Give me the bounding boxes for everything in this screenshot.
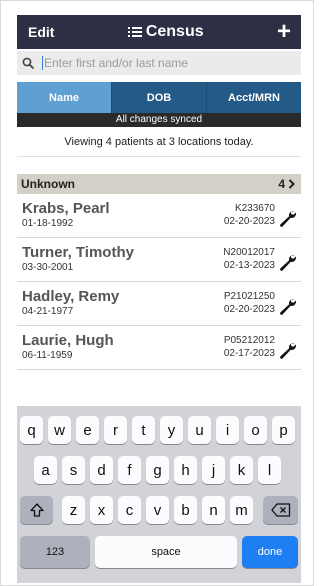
wrench-icon[interactable] bbox=[277, 252, 297, 272]
patient-acct: P21021250 bbox=[223, 291, 275, 302]
search-icon bbox=[22, 55, 38, 71]
patient-dob: 06-11-1959 bbox=[22, 350, 73, 361]
patient-name: Hadley, Remy bbox=[22, 288, 120, 305]
page-title: Census bbox=[127, 23, 204, 41]
patient-acct: P05212012 bbox=[223, 335, 275, 346]
key-t[interactable]: t bbox=[132, 416, 155, 444]
key-q[interactable]: q bbox=[20, 416, 43, 444]
backspace-key[interactable] bbox=[263, 496, 298, 524]
key-a[interactable]: a bbox=[34, 456, 57, 484]
shift-key[interactable] bbox=[20, 496, 53, 524]
numbers-key[interactable]: 123 bbox=[20, 536, 90, 568]
patient-row[interactable]: Hadley, Remy 04-21-1977 P21021250 02-20-… bbox=[17, 282, 301, 326]
keyboard-row-2: a s d f g h j k l bbox=[17, 456, 301, 484]
keyboard-row-4: 123 space done bbox=[17, 536, 301, 568]
patient-dob: 01-18-1992 bbox=[22, 218, 74, 229]
key-e[interactable]: e bbox=[76, 416, 99, 444]
tab-acct-mrn[interactable]: Acct/MRN bbox=[206, 82, 301, 113]
app-screen: Edit Census + Name DOB Acct/MRN All chan… bbox=[17, 15, 301, 583]
patient-acct: K233670 bbox=[234, 203, 275, 214]
patient-date: 02-20-2023 bbox=[223, 304, 275, 315]
key-b[interactable]: b bbox=[174, 496, 197, 524]
patient-name: Krabs, Pearl bbox=[22, 200, 110, 217]
search-input[interactable] bbox=[44, 56, 284, 70]
patient-dob: 04-21-1977 bbox=[22, 306, 74, 317]
edit-button[interactable]: Edit bbox=[28, 24, 54, 40]
key-s[interactable]: s bbox=[62, 456, 85, 484]
done-key[interactable]: done bbox=[242, 536, 298, 568]
key-f[interactable]: f bbox=[118, 456, 141, 484]
wrench-icon[interactable] bbox=[277, 296, 297, 316]
group-count-value: 4 bbox=[278, 177, 285, 191]
key-r[interactable]: r bbox=[104, 416, 127, 444]
key-n[interactable]: n bbox=[202, 496, 225, 524]
key-u[interactable]: u bbox=[188, 416, 211, 444]
space-key[interactable]: space bbox=[95, 536, 237, 568]
key-c[interactable]: c bbox=[118, 496, 141, 524]
group-header[interactable]: Unknown 4 bbox=[17, 174, 301, 194]
patient-row[interactable]: Laurie, Hugh 06-11-1959 P05212012 02-17-… bbox=[17, 326, 301, 370]
key-m[interactable]: m bbox=[230, 496, 253, 524]
census-summary: Viewing 4 patients at 3 locations today. bbox=[17, 127, 301, 157]
sync-status: All changes synced bbox=[17, 113, 301, 127]
key-w[interactable]: w bbox=[48, 416, 71, 444]
group-count: 4 bbox=[278, 177, 295, 191]
tab-name[interactable]: Name bbox=[17, 82, 111, 113]
patient-date: 02-13-2023 bbox=[223, 260, 275, 271]
tab-dob[interactable]: DOB bbox=[111, 82, 206, 113]
onscreen-keyboard: q w e r t y u i o p a s d f g h j k l z … bbox=[17, 406, 301, 583]
key-z[interactable]: z bbox=[62, 496, 85, 524]
key-p[interactable]: p bbox=[272, 416, 295, 444]
chevron-right-icon bbox=[288, 179, 295, 189]
group-label: Unknown bbox=[21, 177, 75, 191]
key-x[interactable]: x bbox=[90, 496, 113, 524]
key-k[interactable]: k bbox=[230, 456, 253, 484]
text-cursor bbox=[42, 56, 43, 70]
key-d[interactable]: d bbox=[90, 456, 113, 484]
key-h[interactable]: h bbox=[174, 456, 197, 484]
sort-tabs: Name DOB Acct/MRN bbox=[17, 82, 301, 113]
keyboard-row-1: q w e r t y u i o p bbox=[17, 416, 301, 444]
key-o[interactable]: o bbox=[244, 416, 267, 444]
nav-bar: Edit Census + bbox=[17, 15, 301, 49]
patient-name: Turner, Timothy bbox=[22, 244, 134, 261]
key-y[interactable]: y bbox=[160, 416, 183, 444]
patient-acct: N20012017 bbox=[223, 247, 275, 258]
wrench-icon[interactable] bbox=[277, 208, 297, 228]
patient-name: Laurie, Hugh bbox=[22, 332, 114, 349]
keyboard-row-3: z x c v b n m bbox=[17, 496, 301, 524]
patient-row[interactable]: Krabs, Pearl 01-18-1992 K233670 02-20-20… bbox=[17, 194, 301, 238]
key-g[interactable]: g bbox=[146, 456, 169, 484]
key-j[interactable]: j bbox=[202, 456, 225, 484]
search-bar[interactable] bbox=[17, 51, 301, 75]
shift-icon bbox=[29, 503, 44, 517]
backspace-icon bbox=[270, 503, 290, 517]
add-patient-button[interactable]: + bbox=[277, 20, 291, 44]
page-title-text: Census bbox=[145, 23, 204, 40]
patient-row[interactable]: Turner, Timothy 03-30-2001 N20012017 02-… bbox=[17, 238, 301, 282]
key-l[interactable]: l bbox=[258, 456, 281, 484]
key-v[interactable]: v bbox=[146, 496, 169, 524]
patient-date: 02-20-2023 bbox=[223, 216, 275, 227]
list-icon bbox=[127, 27, 142, 37]
wrench-icon[interactable] bbox=[277, 340, 297, 360]
key-i[interactable]: i bbox=[216, 416, 239, 444]
patient-date: 02-17-2023 bbox=[223, 348, 275, 359]
device-frame: Edit Census + Name DOB Acct/MRN All chan… bbox=[0, 0, 314, 586]
patient-dob: 03-30-2001 bbox=[22, 262, 74, 273]
